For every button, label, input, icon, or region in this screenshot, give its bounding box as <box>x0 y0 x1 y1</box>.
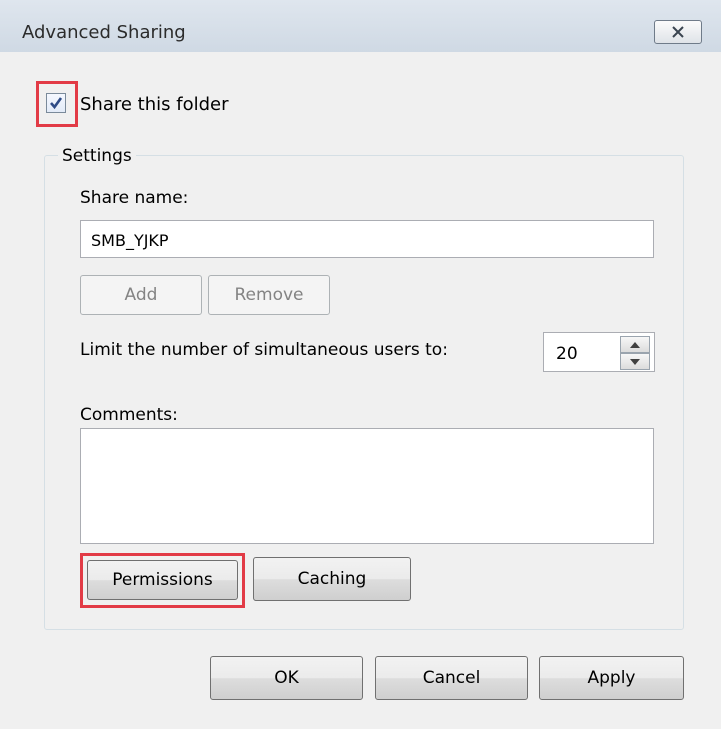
add-button[interactable]: Add <box>80 275 202 315</box>
spin-down-button[interactable] <box>620 353 650 370</box>
settings-group-title: Settings <box>58 146 136 166</box>
user-limit-label: Limit the number of simultaneous users t… <box>80 340 448 360</box>
user-limit-value[interactable]: 20 <box>556 344 578 364</box>
ok-button[interactable]: OK <box>210 656 363 700</box>
close-icon <box>672 26 684 38</box>
close-button[interactable] <box>654 20 702 44</box>
arrow-down-icon <box>630 358 640 365</box>
advanced-sharing-dialog: Advanced Sharing Share this folder Setti… <box>0 0 721 729</box>
share-name-label: Share name: <box>80 188 189 208</box>
share-name-input[interactable]: SMB_YJKP <box>80 220 654 258</box>
share-checkbox-highlight <box>36 81 78 127</box>
cancel-button[interactable]: Cancel <box>375 656 528 700</box>
checkmark-icon <box>50 97 63 110</box>
arrow-up-icon <box>630 341 640 348</box>
share-folder-checkbox[interactable] <box>46 93 66 113</box>
title-bar: Advanced Sharing <box>0 0 721 52</box>
comments-label: Comments: <box>80 405 178 425</box>
remove-button[interactable]: Remove <box>208 275 330 315</box>
user-limit-spinner[interactable]: 20 <box>543 332 655 372</box>
share-folder-label[interactable]: Share this folder <box>80 94 228 115</box>
caching-button[interactable]: Caching <box>253 557 411 601</box>
dialog-title: Advanced Sharing <box>22 22 186 43</box>
permissions-button[interactable]: Permissions <box>87 560 238 600</box>
spin-up-button[interactable] <box>620 336 650 353</box>
comments-textarea[interactable] <box>80 428 654 544</box>
apply-button[interactable]: Apply <box>539 656 684 700</box>
